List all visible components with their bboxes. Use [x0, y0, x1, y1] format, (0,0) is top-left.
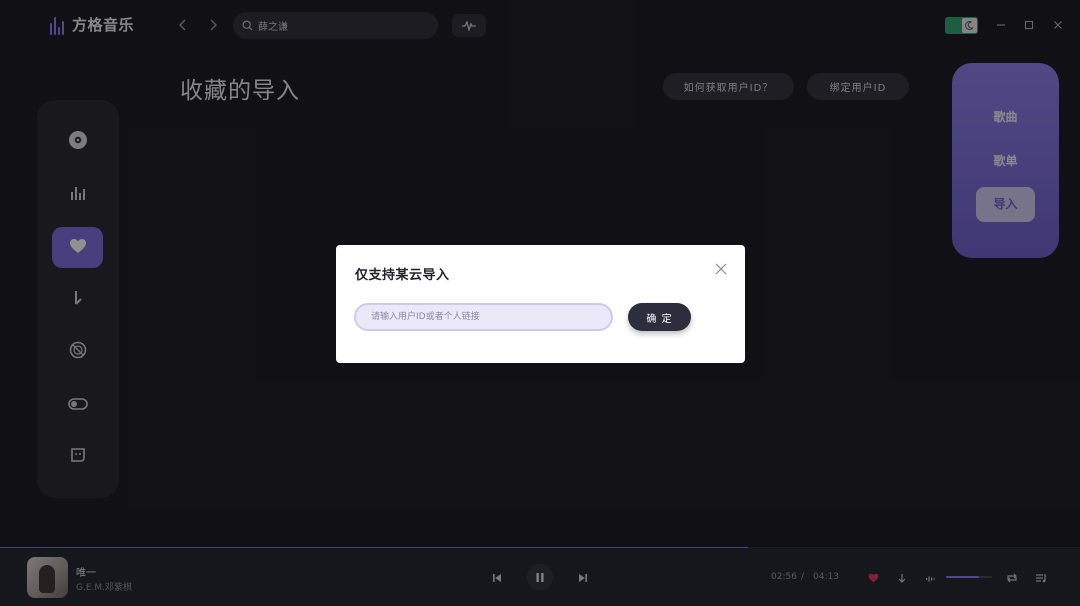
import-dialog: 仅支持某云导入 确 定 — [336, 245, 745, 363]
user-id-input[interactable] — [354, 303, 613, 331]
confirm-button[interactable]: 确 定 — [628, 303, 691, 331]
dialog-title: 仅支持某云导入 — [355, 268, 450, 283]
close-icon[interactable] — [714, 262, 728, 276]
app-window: 方格音乐 薛之谦 收藏的导入 如何获取用户ID？ 绑定用户ID 歌曲 歌单 导入… — [0, 0, 1080, 606]
